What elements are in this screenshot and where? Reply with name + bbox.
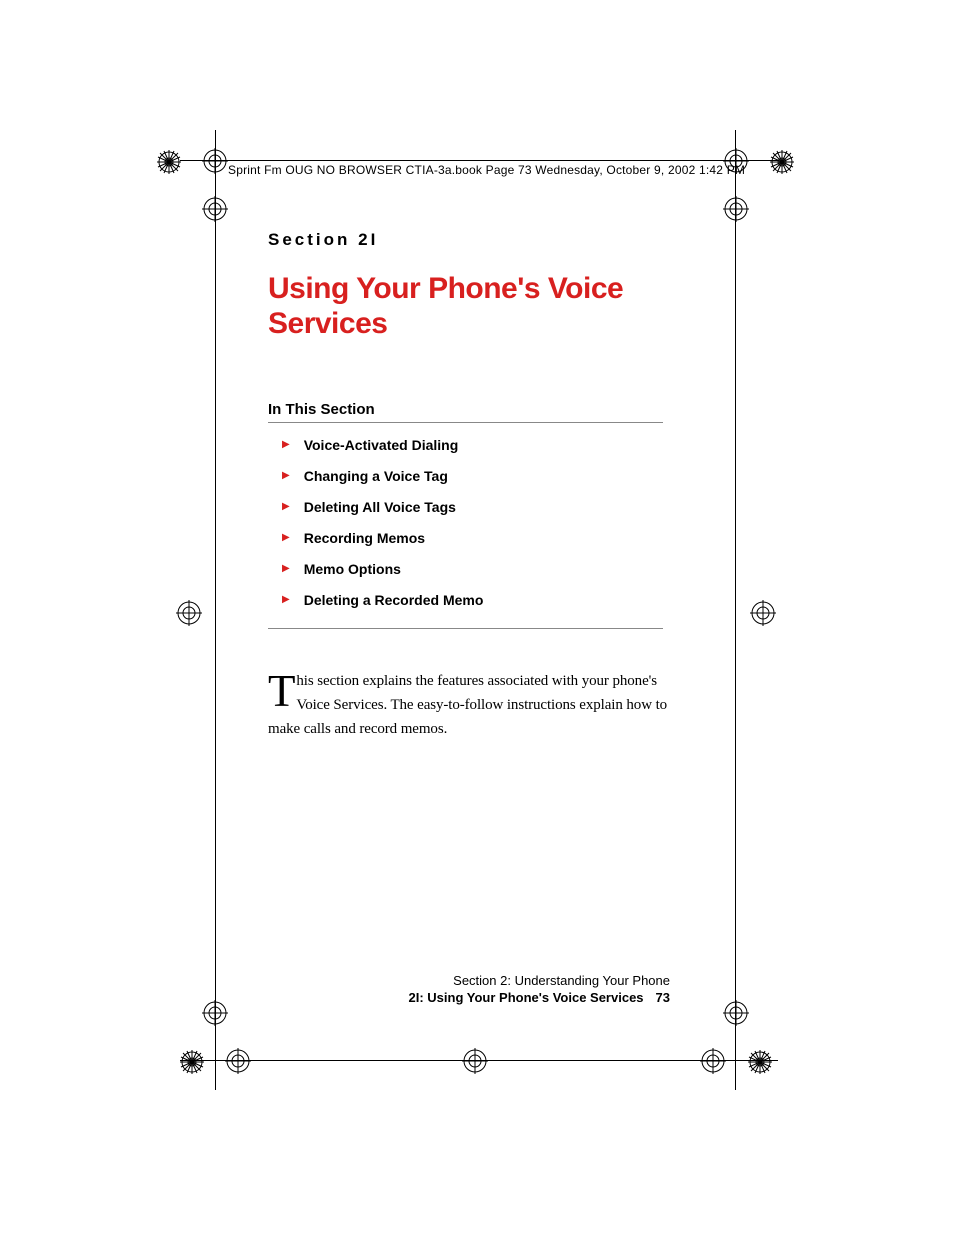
register-mark-icon bbox=[723, 196, 749, 222]
toc-item: ▶ Deleting a Recorded Memo bbox=[282, 592, 688, 608]
toc-item-label: Deleting All Voice Tags bbox=[304, 499, 456, 515]
register-mark-icon bbox=[157, 150, 181, 174]
crop-line-vertical-right bbox=[735, 130, 736, 1090]
bullet-arrow-icon: ▶ bbox=[282, 471, 290, 481]
toc-item: ▶ Memo Options bbox=[282, 561, 688, 577]
section-label: Section 2I bbox=[268, 230, 688, 250]
divider bbox=[268, 628, 663, 629]
crop-line-horizontal-top bbox=[180, 160, 778, 161]
running-header: Sprint Fm OUG NO BROWSER CTIA-3a.book Pa… bbox=[228, 163, 745, 177]
footer-section-line: Section 2: Understanding Your Phone bbox=[409, 973, 670, 988]
register-mark-icon bbox=[202, 196, 228, 222]
page-number: 73 bbox=[656, 990, 670, 1005]
paragraph-text: his section explains the features associ… bbox=[268, 673, 667, 737]
dropcap: T bbox=[268, 669, 296, 711]
bullet-arrow-icon: ▶ bbox=[282, 595, 290, 605]
bullet-arrow-icon: ▶ bbox=[282, 533, 290, 543]
toc-item-label: Changing a Voice Tag bbox=[304, 468, 448, 484]
page-title: Using Your Phone's Voice Services bbox=[268, 272, 688, 341]
register-mark-icon bbox=[770, 150, 794, 174]
page-footer: Section 2: Understanding Your Phone 2I: … bbox=[409, 973, 670, 1005]
toc-item-label: Recording Memos bbox=[304, 530, 425, 546]
footer-title-text: 2I: Using Your Phone's Voice Services bbox=[409, 990, 644, 1005]
bullet-arrow-icon: ▶ bbox=[282, 564, 290, 574]
toc-item: ▶ Deleting All Voice Tags bbox=[282, 499, 688, 515]
toc-item: ▶ Recording Memos bbox=[282, 530, 688, 546]
register-mark-icon bbox=[723, 1000, 749, 1026]
toc-item: ▶ Changing a Voice Tag bbox=[282, 468, 688, 484]
register-mark-icon bbox=[180, 1050, 204, 1074]
register-mark-icon bbox=[748, 1050, 772, 1074]
bullet-arrow-icon: ▶ bbox=[282, 440, 290, 450]
register-mark-icon bbox=[700, 1048, 726, 1074]
page-content: Section 2I Using Your Phone's Voice Serv… bbox=[268, 230, 688, 741]
register-mark-icon bbox=[202, 1000, 228, 1026]
subheading: In This Section bbox=[268, 401, 688, 418]
running-header-text: Sprint Fm OUG NO BROWSER CTIA-3a.book Pa… bbox=[228, 163, 745, 177]
toc-item-label: Memo Options bbox=[304, 561, 401, 577]
body-paragraph: This section explains the features assoc… bbox=[268, 669, 668, 741]
bullet-arrow-icon: ▶ bbox=[282, 502, 290, 512]
toc-list: ▶ Voice-Activated Dialing ▶ Changing a Voi… bbox=[282, 437, 688, 608]
toc-item: ▶ Voice-Activated Dialing bbox=[282, 437, 688, 453]
footer-title-line: 2I: Using Your Phone's Voice Services 73 bbox=[409, 990, 670, 1005]
register-mark-icon bbox=[750, 600, 776, 626]
register-mark-icon bbox=[176, 600, 202, 626]
crop-line-vertical-left bbox=[215, 130, 216, 1090]
divider bbox=[268, 422, 663, 423]
toc-item-label: Deleting a Recorded Memo bbox=[304, 592, 484, 608]
register-mark-icon bbox=[462, 1048, 488, 1074]
register-mark-icon bbox=[202, 148, 228, 174]
toc-item-label: Voice-Activated Dialing bbox=[304, 437, 459, 453]
register-mark-icon bbox=[225, 1048, 251, 1074]
